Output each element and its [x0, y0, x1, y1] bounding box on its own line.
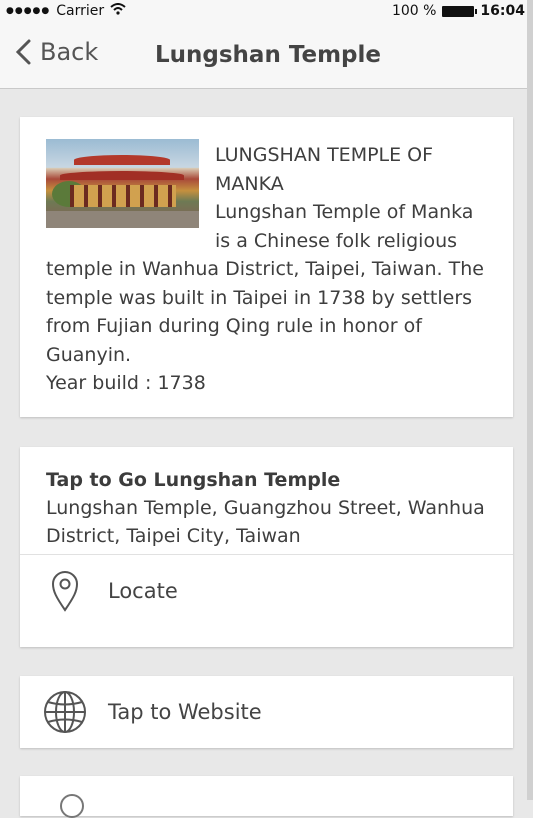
right-edge [527, 0, 533, 800]
chevron-left-icon [15, 39, 31, 65]
partial-icon [60, 794, 84, 818]
carrier-label: Carrier [56, 3, 105, 19]
page-title: Lungshan Temple [155, 42, 381, 68]
battery-percent: 100 % [391, 3, 437, 19]
website-label: Tap to Website [108, 700, 262, 724]
website-button[interactable]: Tap to Website [20, 676, 513, 748]
globe-icon [42, 689, 88, 735]
locate-label: Locate [108, 579, 178, 603]
navigation-bar: Back Lungshan Temple [0, 24, 533, 89]
clock: 16:04 [480, 3, 525, 19]
back-label: Back [40, 38, 99, 66]
locate-button[interactable]: Locate [20, 555, 513, 627]
signal-icon: ●●●●● [6, 6, 51, 16]
year-built: Year build : 1738 [46, 372, 206, 394]
temple-photo [46, 139, 199, 228]
location-title: Tap to Go Lungshan Temple [46, 469, 341, 491]
status-right: 100 % 16:04 [392, 3, 525, 19]
battery-icon [442, 5, 478, 17]
wifi-icon [110, 3, 126, 19]
address-text: Lungshan Temple, Guangzhou Street, Wanhu… [46, 497, 485, 547]
location-card: Tap to Go Lungshan Temple Lungshan Templ… [20, 447, 513, 647]
address-block[interactable]: Tap to Go Lungshan Temple Lungshan Templ… [20, 447, 513, 555]
next-card [20, 776, 513, 818]
back-button[interactable]: Back [14, 38, 98, 66]
map-pin-icon [42, 568, 88, 614]
description-card: LUNGSHAN TEMPLE OF MANKA Lungshan Temple… [20, 117, 513, 417]
status-bar: ●●●●● Carrier 100 % 16:04 [0, 0, 533, 24]
website-card: Tap to Website [20, 676, 513, 748]
status-left: ●●●●● Carrier [6, 3, 126, 19]
